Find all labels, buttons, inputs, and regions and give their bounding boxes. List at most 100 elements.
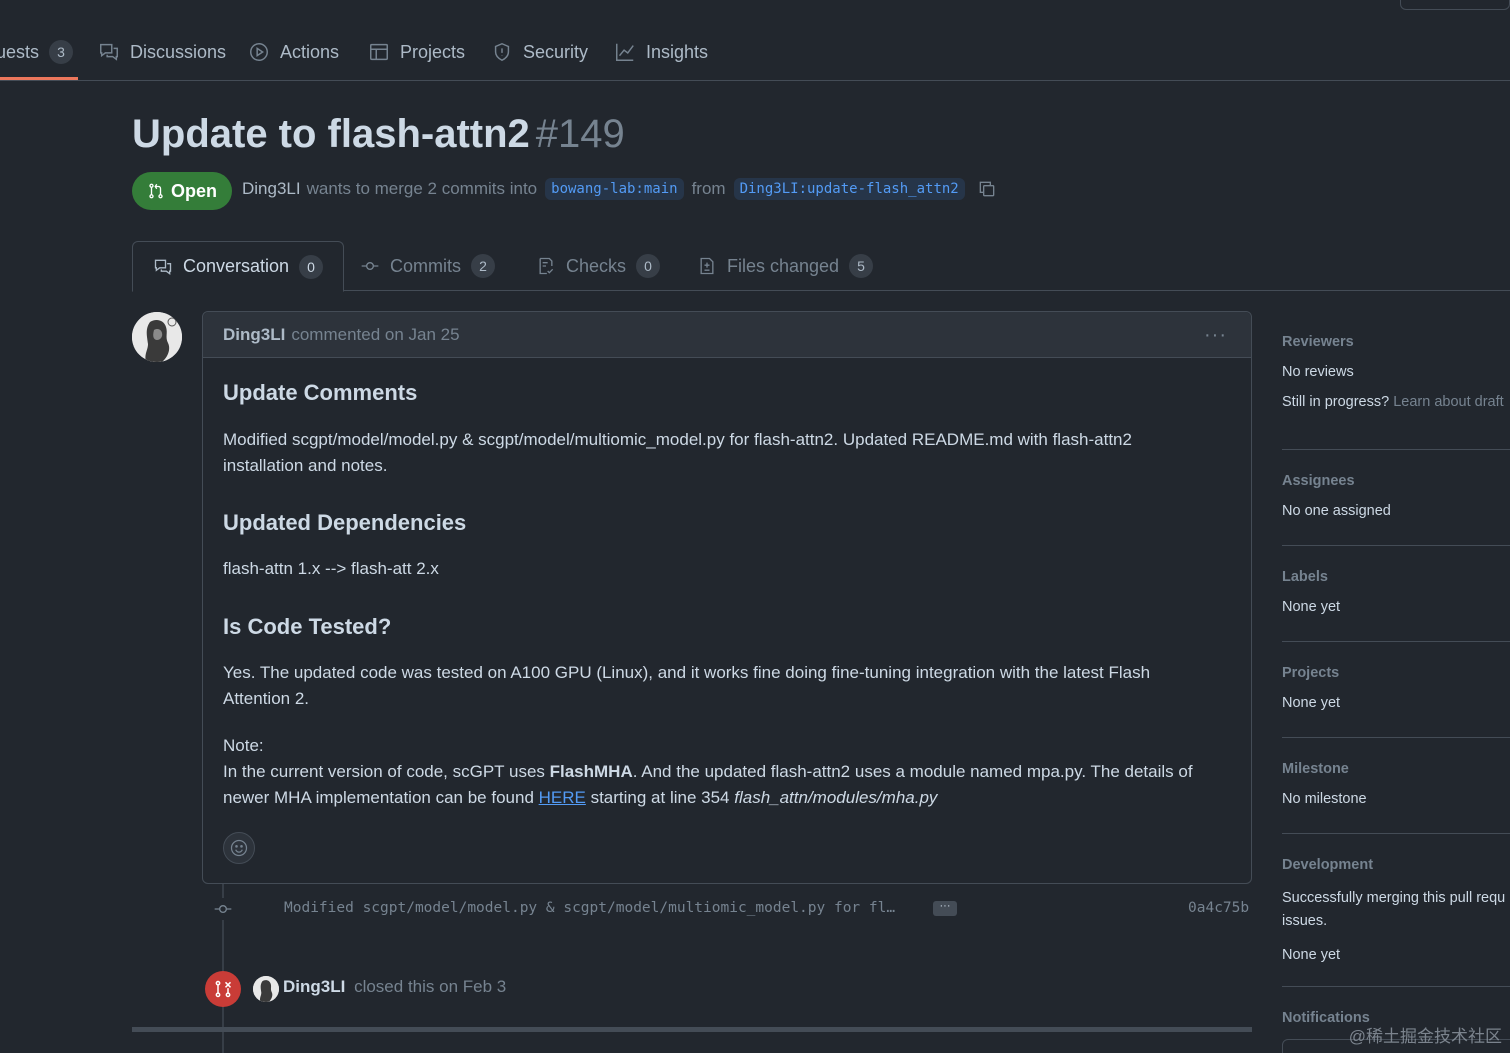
paragraph-line: Modified scgpt/model/model.py & scgpt/mo… bbox=[223, 430, 1132, 449]
note-line: newer MHA implementation can be found HE… bbox=[223, 785, 1233, 811]
play-icon bbox=[250, 43, 268, 61]
avatar-small[interactable] bbox=[253, 976, 279, 1002]
here-link[interactable]: HERE bbox=[539, 788, 586, 807]
tab-checks-count: 0 bbox=[636, 254, 661, 278]
sidebar-milestone-title[interactable]: Milestone bbox=[1282, 761, 1510, 777]
nav-insights[interactable]: Insights bbox=[614, 36, 708, 68]
tab-files-changed-label: Files changed bbox=[727, 255, 840, 276]
nav-active-underline bbox=[0, 77, 78, 80]
file-diff-icon bbox=[700, 257, 714, 275]
tab-commits-label: Commits bbox=[390, 255, 461, 276]
pr-state-label: Open bbox=[170, 180, 217, 201]
comment-meta[interactable]: commented on Jan 25 bbox=[291, 325, 459, 345]
sidebar-development-title[interactable]: Development bbox=[1282, 857, 1510, 873]
note-text: newer MHA implementation can be found bbox=[223, 788, 539, 807]
sidebar-projects-title[interactable]: Projects bbox=[1282, 665, 1510, 681]
nav-pull-requests-count: 3 bbox=[49, 40, 74, 64]
sidebar-development-text: Successfully merging this pull requ issu… bbox=[1282, 887, 1510, 933]
watermark: @稀土掘金技术社区 bbox=[1348, 1027, 1502, 1046]
repo-nav: uests 3 Discussions Actions Projects Sec… bbox=[0, 0, 1510, 81]
pr-state-badge: Open bbox=[132, 172, 232, 210]
note-text: starting at line 354 bbox=[585, 788, 735, 807]
avatar[interactable] bbox=[132, 312, 182, 362]
tab-conversation[interactable]: Conversation 0 bbox=[132, 241, 345, 292]
note-line: In the current version of code, scGPT us… bbox=[223, 759, 1233, 785]
note-italic: flash_attn/modules/mha.py bbox=[734, 788, 938, 807]
sidebar-reviewers-hint: Still in progress? bbox=[1282, 394, 1390, 410]
comment-box: Ding3LI commented on Jan 25 ··· Update C… bbox=[202, 311, 1252, 884]
nav-actions[interactable]: Actions bbox=[248, 36, 339, 68]
avatar-image bbox=[132, 312, 182, 362]
avatar-image bbox=[253, 976, 279, 1002]
sidebar-divider bbox=[1282, 833, 1510, 834]
paragraph-note: Note: In the current version of code, sc… bbox=[223, 733, 1233, 811]
sidebar-reviewers-value: No reviews bbox=[1282, 364, 1354, 380]
development-text-line: Successfully merging this pull requ bbox=[1282, 890, 1506, 906]
table-icon bbox=[370, 43, 388, 61]
sidebar-milestone[interactable]: Milestone No milestone bbox=[1282, 761, 1510, 807]
nav-pull-requests[interactable]: uests 3 bbox=[0, 36, 74, 68]
tab-commits[interactable]: Commits 2 bbox=[360, 241, 495, 291]
comment-author[interactable]: Ding3LI bbox=[223, 325, 285, 345]
nav-insights-label: Insights bbox=[646, 41, 709, 62]
sidebar-development-value: None yet bbox=[1282, 947, 1341, 963]
head-branch[interactable]: Ding3LI:update-flash_attn2 bbox=[733, 178, 965, 200]
sidebar-divider bbox=[1282, 986, 1510, 987]
commit-message[interactable]: Modified scgpt/model/model.py & scgpt/mo… bbox=[284, 900, 895, 916]
tab-conversation-count: 0 bbox=[299, 254, 324, 279]
sidebar-labels[interactable]: Labels None yet bbox=[1282, 569, 1510, 615]
sidebar-divider bbox=[1282, 641, 1510, 642]
nav-security-label: Security bbox=[523, 41, 589, 62]
sidebar-assignees[interactable]: Assignees No one assigned bbox=[1282, 473, 1510, 519]
sidebar-labels-title[interactable]: Labels bbox=[1282, 569, 1510, 585]
commit-icon bbox=[214, 905, 232, 913]
commit-expand-button[interactable]: ··· bbox=[933, 901, 957, 916]
note-bold: FlashMHA bbox=[549, 762, 633, 781]
tab-files-changed[interactable]: Files changed 5 bbox=[697, 241, 874, 291]
commit-icon bbox=[361, 262, 379, 270]
sidebar-projects[interactable]: Projects None yet bbox=[1282, 665, 1510, 711]
paragraph-tested: Yes. The updated code was tested on A100… bbox=[223, 660, 1223, 712]
pr-title: Update to flash-attn2 #149 bbox=[132, 112, 625, 157]
heading-is-code-tested: Is Code Tested? bbox=[223, 614, 392, 639]
tab-checks[interactable]: Checks 0 bbox=[536, 241, 661, 291]
checklist-icon bbox=[539, 257, 554, 275]
sidebar-reviewers-title[interactable]: Reviewers bbox=[1282, 334, 1510, 350]
add-reaction-button[interactable] bbox=[223, 832, 255, 864]
pr-number: #149 bbox=[535, 112, 625, 156]
nav-discussions[interactable]: Discussions bbox=[98, 36, 226, 68]
sidebar-assignees-title[interactable]: Assignees bbox=[1282, 473, 1510, 489]
sidebar-projects-value: None yet bbox=[1282, 695, 1341, 711]
comment-header: Ding3LI commented on Jan 25 ··· bbox=[203, 312, 1251, 358]
sidebar-labels-value: None yet bbox=[1282, 599, 1341, 615]
paragraph-line: Attention 2. bbox=[223, 689, 310, 708]
copy-icon[interactable] bbox=[977, 179, 997, 199]
shield-icon bbox=[494, 42, 510, 62]
pull-request-icon bbox=[149, 183, 163, 199]
comment-menu-button[interactable]: ··· bbox=[1204, 324, 1227, 347]
sidebar-assignees-value: No one assigned bbox=[1282, 503, 1391, 519]
nav-discussions-label: Discussions bbox=[130, 41, 227, 62]
sidebar-divider bbox=[1282, 449, 1510, 450]
pull-request-closed-icon bbox=[215, 980, 232, 998]
heading-update-comments: Update Comments bbox=[223, 380, 418, 405]
sidebar-reviewers[interactable]: Reviewers No reviews Still in progress? … bbox=[1282, 334, 1510, 410]
from-text: from bbox=[691, 179, 726, 198]
merge-author[interactable]: Ding3LI bbox=[242, 179, 301, 199]
commit-sha[interactable]: 0a4c75b bbox=[1188, 900, 1249, 916]
base-branch[interactable]: bowang-lab:main bbox=[545, 178, 684, 200]
timeline-divider bbox=[132, 1027, 1252, 1032]
closed-author[interactable]: Ding3LI bbox=[283, 977, 345, 996]
paragraph-update-comments: Modified scgpt/model/model.py & scgpt/mo… bbox=[223, 427, 1223, 479]
learn-draft-link[interactable]: Learn about draft bbox=[1393, 394, 1503, 410]
top-right-control[interactable] bbox=[1400, 0, 1510, 10]
nav-security[interactable]: Security bbox=[491, 36, 588, 68]
development-text-line: issues. bbox=[1282, 913, 1328, 929]
pr-title-text: Update to flash-attn2 bbox=[132, 112, 530, 156]
note-label: Note: bbox=[223, 736, 264, 755]
merge-text: wants to merge 2 commits into bbox=[306, 179, 538, 198]
tab-files-changed-count: 5 bbox=[849, 254, 874, 278]
sidebar-development[interactable]: Development Successfully merging this pu… bbox=[1282, 857, 1510, 963]
nav-projects[interactable]: Projects bbox=[368, 36, 465, 68]
nav-pull-requests-label: uests bbox=[0, 41, 40, 62]
